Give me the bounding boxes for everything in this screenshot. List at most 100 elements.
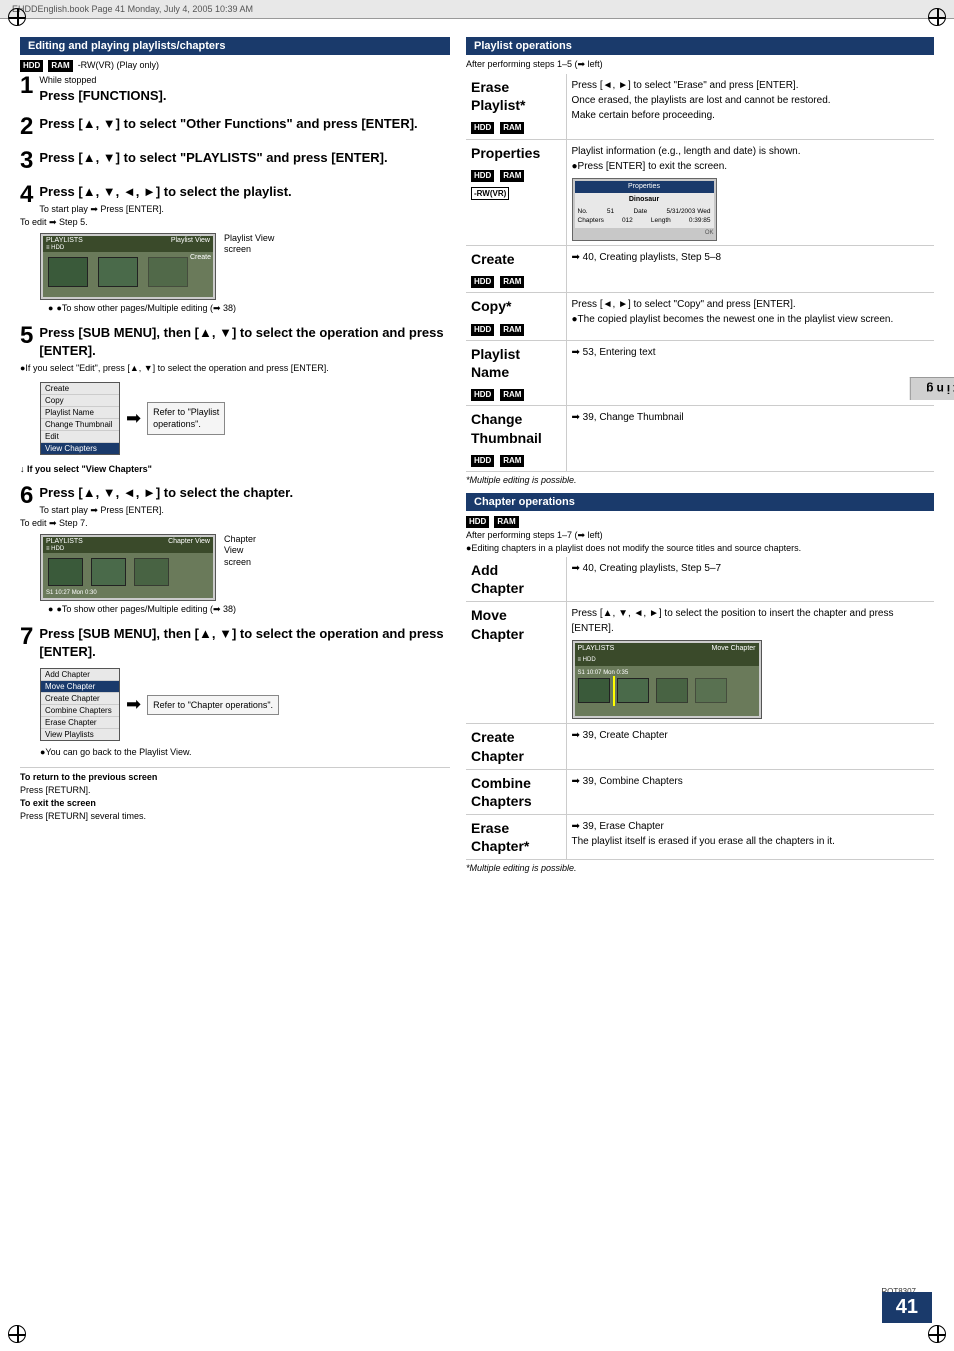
step-3-text: Press [▲, ▼] to select "PLAYLISTS" and p… [20,149,450,167]
step-7-bullet: ●You can go back to the Playlist View. [40,747,450,757]
ch-menu-combine: Combine Chapters [41,705,119,717]
step-4: 4 Press [▲, ▼, ◄, ►] to select the playl… [20,183,450,314]
step-4-sub1: To start play ➡ Press [ENTER]. [20,203,450,216]
playlist-ops-section: Playlist operations After performing ste… [466,37,934,485]
props-length-val: 0:39:85 [689,216,711,226]
op-change-thumbnail: ChangeThumbnail HDD RAM ➡ 39, Change Thu… [466,406,934,472]
op-erase-chapter: EraseChapter* ➡ 39, Erase Chapter The pl… [466,815,934,860]
step-3-bold: Press [▲, ▼] to select "PLAYLISTS" and p… [39,150,387,165]
op-move-chapter-label: MoveChapter [466,602,566,724]
props-date-val: 5/31/2003 Wed [666,207,710,217]
props-date-label: Date [633,207,647,217]
step-4-number: 4 [20,183,33,207]
op-erase-playlist-name: ErasePlaylist* HDD RAM [466,74,566,139]
op-pname-badges: HDD RAM [471,383,558,401]
step-2-number: 2 [20,115,33,139]
main-content: Editing and playing playlists/chapters H… [0,27,954,891]
menu-item-copy: Copy [41,395,119,407]
step-7-number: 7 [20,625,33,649]
op-playlist-name-label: PlaylistName HDD RAM [466,340,566,406]
step-4-bold: Press [▲, ▼, ◄, ►] to select the playlis… [39,184,291,199]
book-info: EHDDEnglish.book Page 41 Monday, July 4,… [12,4,253,14]
playlist-ops-intro: After performing steps 1–5 (➡ left) [466,59,934,70]
step-4-bullet: ●To show other pages/Multiple editing (➡… [40,303,450,314]
step-6-sub2: To edit ➡ Step 7. [20,517,450,530]
mc-screen-inner: S1 10:07 Mon 0:35 [575,666,759,716]
corner-mark-tl [8,8,26,26]
ch-menu-erase: Erase Chapter [41,717,119,729]
props-screen-title: Properties [575,181,714,194]
step-7: 7 Press [SUB MENU], then [▲, ▼] to selec… [20,625,450,758]
playlist-ops-header: Playlist operations [466,37,934,55]
editing-tab: Editing [910,377,954,400]
bottom-notes: To return to the previous screen Press [… [20,767,450,821]
ch-menu-add: Add Chapter [41,669,119,681]
step-6-text: Press [▲, ▼, ◄, ►] to select the chapter… [20,484,450,530]
menu-item-change-thumbnail: Change Thumbnail [41,419,119,431]
cv-screen-label: ChapterViewscreen [224,534,256,569]
props-chapters-label: Chapters [578,216,604,226]
step-7-menu: Add Chapter Move Chapter Create Chapter … [40,668,120,741]
chapter-view-screen: PLAYLISTS≡ HDD Chapter View S1 10:27 Mon… [40,534,216,601]
arrow-icon-5: ➡ [126,408,141,429]
pv-screen-left: PLAYLISTS≡ HDD [46,237,83,251]
props-no-label: No. [578,207,588,217]
op-erase-chapter-desc: ➡ 39, Erase Chapter The playlist itself … [566,815,934,860]
props-chapters-val: 012 [622,216,633,226]
right-column: Playlist operations After performing ste… [466,37,934,881]
mc-screen-title: Move Chapter [712,644,756,665]
left-section-header: Editing and playing playlists/chapters [20,37,450,55]
op-erase-playlist: ErasePlaylist* HDD RAM Press [◄, ►] to s… [466,74,934,139]
menu-item-view-chapters: View Chapters [41,443,119,454]
op-thumbnail-badges: HDD RAM [471,449,558,467]
page-number: 41 [882,1292,932,1323]
step-5-bullet: ●If you select "Edit", press [▲, ▼] to s… [20,362,450,375]
badge-row: HDD RAM -RW(VR) (Play only) [20,59,450,72]
step-1-number: 1 [20,74,33,98]
props-no-val: 51 [607,207,614,217]
op-create-badges: HDD RAM [471,270,558,288]
op-move-chapter-desc: Press [▲, ▼, ◄, ►] to select the positio… [566,602,934,724]
corner-mark-bl [8,1325,26,1343]
exit-note-text: Press [RETURN] several times. [20,811,450,821]
op-properties-name: Properties HDD RAM -RW(VR) [466,139,566,246]
op-combine-chapters-label: CombineChapters [466,769,566,814]
op-change-thumbnail-desc: ➡ 39, Change Thumbnail [566,406,934,472]
op-properties-bullet: ●Press [ENTER] to exit the screen. [572,161,728,172]
chapter-ops-badges-row: HDD RAM [466,515,934,528]
page-container: EHDDEnglish.book Page 41 Monday, July 4,… [0,0,954,1351]
step-5: 5 Press [SUB MENU], then [▲, ▼] to selec… [20,324,450,474]
step-3: 3 Press [▲, ▼] to select "PLAYLISTS" and… [20,149,450,173]
op-create-name: Create HDD RAM [466,246,566,293]
step-5-text: Press [SUB MENU], then [▲, ▼] to select … [20,324,450,375]
chapter-ops-footnote: *Multiple editing is possible. [466,863,934,873]
step-5-number: 5 [20,324,33,348]
chapter-ops-section: Chapter operations HDD RAM After perform… [466,493,934,874]
ram-badge: RAM [48,60,72,72]
op-properties-badges: HDD RAM -RW(VR) [471,164,558,200]
op-change-thumbnail-label: ChangeThumbnail HDD RAM [466,406,566,472]
chapter-ops-note: ●Editing chapters in a playlist does not… [466,543,934,553]
op-combine-chapters-desc: ➡ 39, Combine Chapters [566,769,934,814]
playlist-ops-table: ErasePlaylist* HDD RAM Press [◄, ►] to s… [466,74,934,472]
pv-screen-label: Playlist Viewscreen [224,233,274,256]
step-4-sub2: To edit ➡ Step 5. [20,216,450,229]
chapter-ops-intro: After performing steps 1–7 (➡ left) [466,530,934,541]
return-note-label: To return to the previous screen [20,772,450,782]
step-5-bold: Press [SUB MENU], then [▲, ▼] to select … [39,325,443,358]
menu-item-create: Create [41,383,119,395]
ch-menu-view-playlists: View Playlists [41,729,119,740]
props-length-label: Length [651,216,671,226]
op-add-chapter-desc: ➡ 40, Creating playlists, Step 5–7 [566,557,934,602]
step-6-bullet: ●To show other pages/Multiple editing (➡… [40,604,450,615]
op-playlist-name: PlaylistName HDD RAM ➡ 53, Entering text [466,340,934,406]
return-note-text: Press [RETURN]. [20,785,450,795]
step-5-menu: Create Copy Playlist Name Change Thumbna… [40,382,120,455]
playlist-view-screen: PLAYLISTS≡ HDD Playlist View Create [40,233,216,300]
cv-screen-right: Chapter View [168,538,210,552]
step-6-number: 6 [20,484,33,508]
step-6: 6 Press [▲, ▼, ◄, ►] to select the chapt… [20,484,450,615]
op-create-chapter-desc: ➡ 39, Create Chapter [566,724,934,769]
op-create-desc: ➡ 40, Creating playlists, Step 5–8 [566,246,934,293]
pv-screen-right: Playlist View [171,237,210,251]
